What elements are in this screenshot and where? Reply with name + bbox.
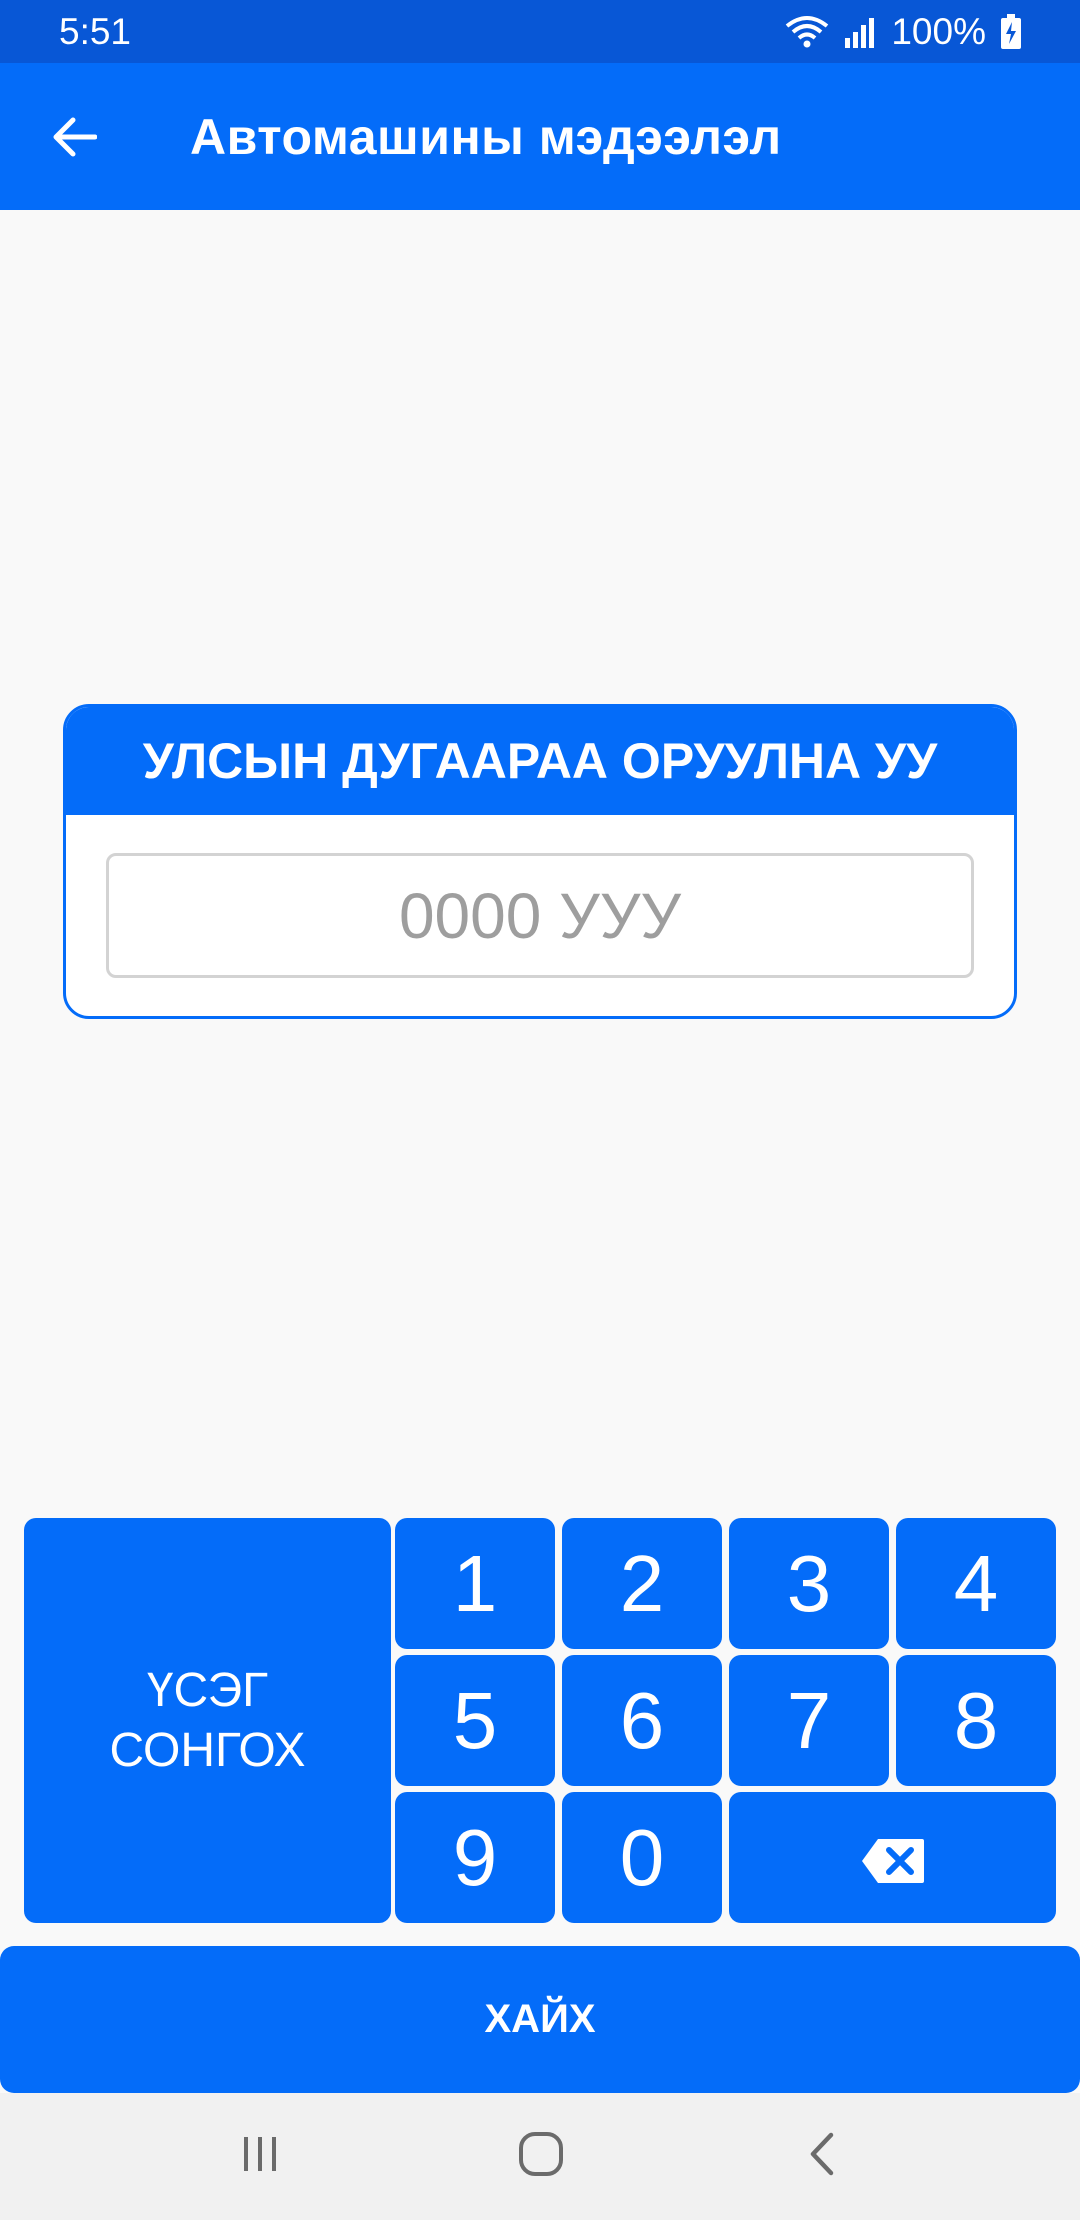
app-bar: Автомашины мэдээлэл: [0, 63, 1080, 210]
key-9[interactable]: 9: [395, 1792, 555, 1923]
backspace-icon: [860, 1812, 926, 1904]
recents-button[interactable]: [220, 2121, 300, 2191]
key-0[interactable]: 0: [562, 1792, 722, 1923]
signal-icon: [843, 16, 877, 48]
key-7[interactable]: 7: [729, 1655, 889, 1786]
battery-charging-icon: [1000, 13, 1022, 50]
page-title: Автомашины мэдээлэл: [190, 108, 782, 165]
key-5[interactable]: 5: [395, 1655, 555, 1786]
arrow-left-icon: [51, 117, 98, 162]
key-4[interactable]: 4: [896, 1518, 1056, 1649]
key-1[interactable]: 1: [395, 1518, 555, 1649]
status-time: 5:51: [59, 10, 132, 52]
key-8[interactable]: 8: [896, 1655, 1056, 1786]
key-3[interactable]: 3: [729, 1518, 889, 1649]
recents-icon: [238, 2134, 282, 2179]
select-letters-line2: СОНГОХ: [109, 1723, 306, 1777]
battery-percent: 100%: [891, 10, 986, 52]
status-icons: 100%: [785, 11, 1022, 53]
key-2[interactable]: 2: [562, 1518, 722, 1649]
select-letters-line1: ҮСЭГ: [146, 1663, 269, 1717]
select-letters-button[interactable]: ҮСЭГ СОНГОХ: [24, 1518, 391, 1923]
home-icon: [518, 2131, 564, 2182]
key-6[interactable]: 6: [562, 1655, 722, 1786]
plate-number-input[interactable]: [106, 853, 974, 978]
system-back-button[interactable]: [782, 2121, 862, 2191]
wifi-icon: [785, 14, 829, 50]
system-nav-bar: [0, 2093, 1080, 2220]
home-button[interactable]: [501, 2121, 581, 2191]
back-chevron-icon: [807, 2131, 837, 2182]
status-bar: 5:51 100%: [0, 0, 1080, 63]
back-button[interactable]: [48, 113, 100, 165]
backspace-button[interactable]: [729, 1792, 1056, 1923]
search-button[interactable]: ХАЙХ: [0, 1946, 1080, 2093]
plate-number-card: УЛСЫН ДУГААРАА ОРУУЛНА УУ: [63, 704, 1017, 1019]
plate-card-header: УЛСЫН ДУГААРАА ОРУУЛНА УУ: [66, 707, 1014, 815]
